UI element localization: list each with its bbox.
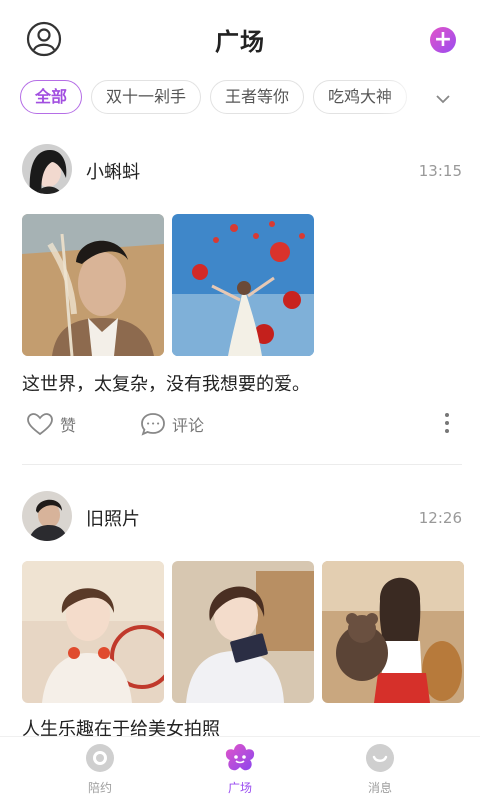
comment-icon [141, 413, 165, 436]
avatar[interactable] [22, 491, 72, 541]
tab-all[interactable]: 全部 [20, 80, 83, 114]
message-bubble-icon [366, 744, 394, 772]
camera-lens-icon [86, 744, 114, 772]
photo-grid [22, 214, 322, 356]
nav-label: 陪约 [87, 781, 112, 795]
username[interactable]: 小蝌蚪 [86, 158, 140, 184]
photo[interactable] [22, 561, 164, 703]
comment-button[interactable]: 评论 [140, 412, 204, 436]
category-tabs: 全部 双十一剁手 王者等你 吃鸡大神 [20, 80, 440, 116]
flower-face-icon [225, 744, 255, 771]
nav-label: 广场 [227, 781, 252, 795]
plus-icon: + [433, 27, 453, 52]
nav-label: 消息 [367, 781, 392, 795]
post-time: 12:26 [418, 509, 462, 527]
add-post-button[interactable]: + [430, 27, 456, 53]
post-time: 13:15 [418, 162, 462, 180]
avatar[interactable] [22, 144, 72, 194]
nav-item-messages[interactable]: 消息 [340, 743, 420, 796]
divider [22, 464, 462, 465]
chevron-down-icon[interactable] [432, 88, 454, 110]
tabs-fade [380, 80, 428, 116]
page-title: 广场 [215, 28, 265, 56]
heart-icon [27, 413, 53, 436]
nav-item-escort[interactable]: 陪约 [60, 743, 140, 796]
like-label: 赞 [60, 416, 77, 435]
photo[interactable] [172, 214, 314, 356]
photo[interactable] [22, 214, 164, 356]
photo-grid [22, 561, 464, 703]
more-options-icon[interactable] [444, 412, 450, 434]
top-bar: 广场 + [0, 0, 480, 78]
tab-double-eleven[interactable]: 双十一剁手 [91, 80, 202, 114]
photo[interactable] [322, 561, 464, 703]
tab-honor-of-kings[interactable]: 王者等你 [210, 80, 305, 114]
like-button[interactable]: 赞 [26, 412, 76, 436]
post-caption: 这世界，太复杂，没有我想要的爱。 [22, 374, 310, 395]
photo[interactable] [172, 561, 314, 703]
comment-label: 评论 [172, 416, 205, 435]
nav-item-plaza[interactable]: 广场 [200, 743, 280, 796]
bottom-nav: 陪约 广场 消息 [0, 736, 480, 800]
username[interactable]: 旧照片 [86, 505, 140, 531]
